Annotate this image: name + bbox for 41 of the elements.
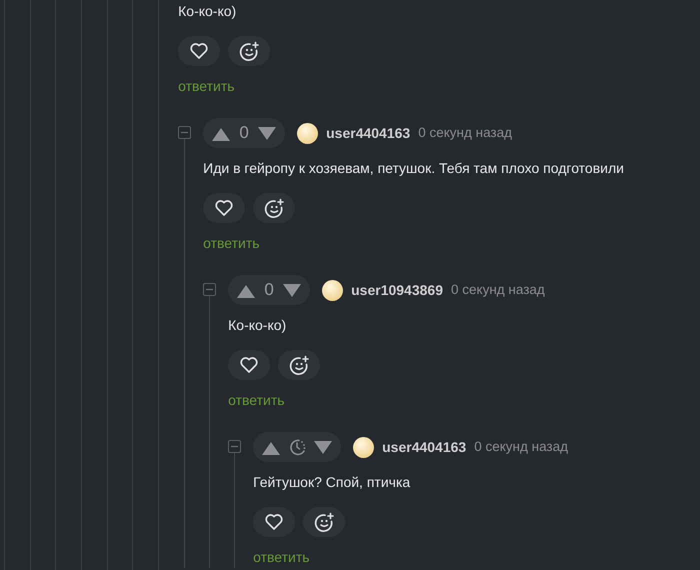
smiley-plus-icon [238, 40, 260, 62]
username-link[interactable]: user4404163 [382, 436, 466, 458]
smiley-plus-icon [314, 512, 335, 532]
like-button[interactable] [203, 193, 246, 223]
like-button[interactable] [253, 507, 296, 537]
like-button[interactable] [228, 350, 270, 380]
vote-score: 0 [238, 122, 250, 144]
comment-text: Гейтушок? Спой, птичка [253, 473, 412, 492]
reply-link[interactable]: ответить [253, 547, 310, 567]
heart-icon [264, 512, 284, 532]
like-button[interactable] [178, 36, 220, 66]
reply-link[interactable]: ответить [228, 390, 285, 410]
comment-time: 0 секунд назад [418, 124, 512, 142]
add-reaction-button[interactable] [278, 350, 320, 380]
downvote-button[interactable] [313, 438, 334, 456]
comment-text: Ко-ко-ко) [228, 316, 288, 335]
avatar [353, 436, 374, 458]
avatar [297, 122, 318, 144]
reply-link[interactable]: ответить [203, 233, 260, 253]
reply-link[interactable]: ответить [178, 76, 235, 96]
downvote-button[interactable] [257, 124, 278, 142]
downvote-button[interactable] [282, 282, 302, 298]
comment-time: 0 секунд назад [474, 438, 568, 456]
smiley-plus-icon [288, 354, 310, 376]
collapse-button[interactable] [178, 126, 192, 139]
add-reaction-button[interactable] [303, 507, 346, 537]
add-reaction-button[interactable] [228, 36, 270, 66]
heart-icon [189, 41, 210, 61]
add-reaction-button[interactable] [253, 193, 296, 223]
comment-text: Ко-ко-ко) [178, 2, 238, 21]
username-link[interactable]: user10943869 [351, 280, 443, 300]
collapse-button[interactable] [228, 440, 242, 453]
smiley-plus-icon [264, 198, 285, 218]
collapse-button[interactable] [203, 283, 216, 296]
vote-score: 0 [263, 279, 275, 302]
heart-icon [239, 355, 260, 375]
heart-icon [214, 198, 234, 218]
username-link[interactable]: user4404163 [326, 122, 410, 144]
comment-time: 0 секунд назад [451, 280, 545, 299]
comment-text: Иди в гейропу к хозяевам, петушок. Тебя там плохо подготовили [203, 159, 625, 178]
avatar [322, 280, 344, 300]
